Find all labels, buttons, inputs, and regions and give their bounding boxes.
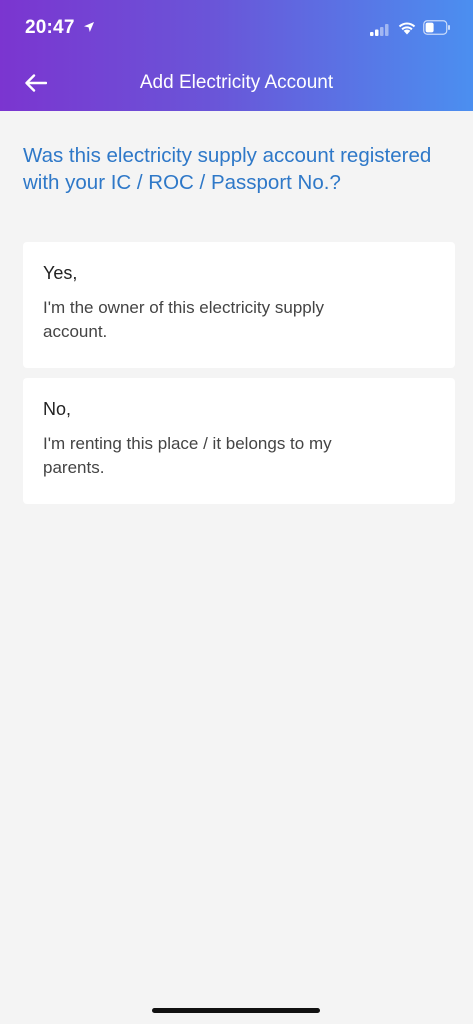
cellular-signal-icon [370,23,390,41]
option-title: No, [43,399,72,419]
question-text: Was this electricity supply account regi… [23,144,432,194]
status-bar: 20:47 [0,0,473,58]
option-description: I'm renting this place / it belongs to m… [43,434,332,477]
battery-icon [423,20,451,40]
page-title: Add Electricity Account [139,72,334,93]
status-time: 20:47 [25,17,75,38]
option-owner-card[interactable]: Yes, I'm the owner of this electricity s… [23,242,455,368]
location-arrow-icon [83,20,95,38]
option-description: I'm the owner of this electricity supply… [43,298,325,341]
navigation-bar: Add Electricity Account [0,58,473,111]
wifi-icon [397,20,417,40]
home-indicator[interactable] [152,1008,320,1013]
option-title: Yes, [43,263,78,283]
app-header: 20:47 Add Electricity Account [0,0,473,111]
option-renter-card[interactable]: No, I'm renting this place / it belongs … [23,378,455,504]
